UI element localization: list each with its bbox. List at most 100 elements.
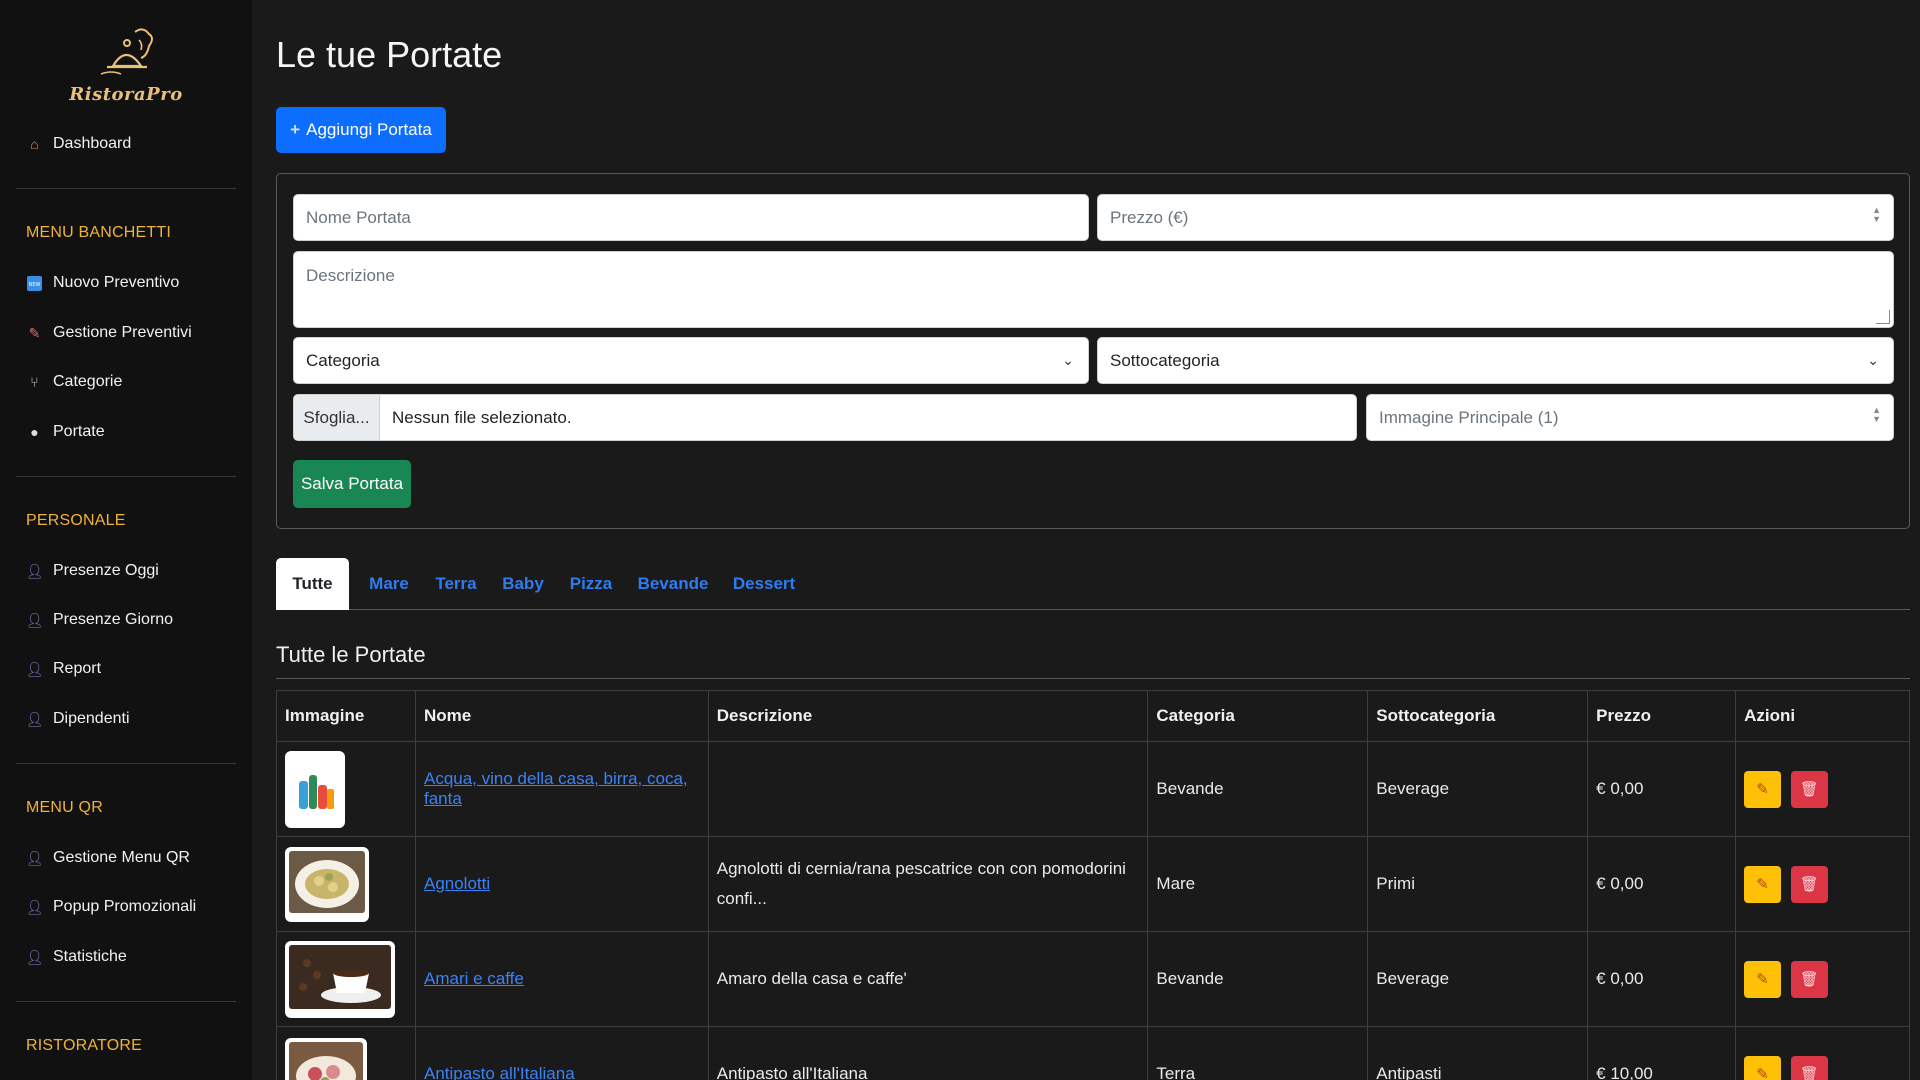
dish-price: € 10,00 (1587, 1026, 1737, 1080)
main-content: Le tue Portate + Aggiungi Portata Nome P… (276, 0, 1910, 1080)
sidebar-item-portate[interactable]: ● Portate (26, 417, 105, 447)
sidebar-item-presenze-oggi[interactable]: 👤︎ Presenze Oggi (26, 556, 159, 586)
chevron-down-icon: ⌄ (1062, 352, 1074, 368)
sidebar-item-popup-promozionali[interactable]: 👤︎ Popup Promozionali (26, 892, 197, 922)
plus-icon: + (290, 120, 301, 139)
stepper-icon[interactable]: ▲ ▼ (1872, 406, 1881, 424)
dish-subcategory: Antipasti (1367, 1026, 1589, 1080)
delete-button[interactable]: 🗑︎ (1790, 865, 1828, 903)
file-status: Nessun file selezionato. (392, 407, 572, 427)
sidebar-item-categorie[interactable]: ⑂ Categorie (26, 367, 122, 397)
dish-thumbnail (285, 1037, 367, 1080)
table-row: Acqua, vino della casa, birra, coca, fan… (276, 741, 1910, 837)
table-title: Tutte le Portate (276, 642, 426, 667)
sidebar-item-label: Nuovo Preventivo (53, 274, 180, 291)
pencil-icon: ✎ (1756, 876, 1769, 893)
tab-pizza[interactable]: Pizza (563, 558, 619, 610)
tab-mare[interactable]: Mare (359, 558, 419, 610)
pencil-icon: ✎ (28, 324, 41, 341)
browse-button[interactable]: Sfoglia... (294, 395, 380, 440)
file-input[interactable]: Sfoglia... Nessun file selezionato. (293, 394, 1357, 441)
dish-description: Agnolotti di cernia/rana pescatrice con … (707, 836, 1149, 932)
title-divider (276, 678, 1910, 679)
logo-text: RistoraPro (69, 84, 183, 105)
name-input[interactable]: Nome Portata (293, 194, 1089, 241)
chef-logo-icon (100, 28, 153, 75)
edit-button[interactable]: ✎ (1744, 960, 1782, 998)
new-badge-icon: NEW (26, 275, 43, 292)
agnolotti-image-icon (289, 850, 365, 913)
tab-tutte[interactable]: Tutte (276, 558, 349, 610)
header-categoria: Categoria (1147, 690, 1369, 742)
sidebar-item-gestione-menu-qr[interactable]: 👤︎ Gestione Menu QR (26, 843, 190, 873)
edit-button[interactable]: ✎ (1744, 1055, 1782, 1080)
category-select[interactable]: Categoria ⌄ (293, 337, 1089, 384)
coffee-image-icon (289, 944, 391, 1009)
dish-price: € 0,00 (1587, 931, 1737, 1027)
main-image-placeholder: Immagine Principale (1) (1379, 407, 1559, 427)
table-row: Amari e caffe Amaro della casa e caffe' … (276, 931, 1910, 1027)
sidebar-item-dipendenti[interactable]: 👤︎ Dipendenti (26, 704, 130, 734)
drinks-image-icon (289, 754, 341, 819)
tab-baby[interactable]: Baby (495, 558, 551, 610)
page-title: Le tue Portate (276, 34, 503, 75)
dish-subcategory: Beverage (1367, 931, 1589, 1027)
subcategory-select[interactable]: Sottocategoria ⌄ (1097, 337, 1894, 384)
description-textarea[interactable]: Descrizione (293, 251, 1894, 328)
sidebar-divider (16, 763, 236, 764)
delete-button[interactable]: 🗑︎ (1790, 770, 1828, 808)
dish-name-link[interactable]: Acqua, vino della casa, birra, coca, fan… (424, 769, 688, 808)
sidebar-item-label: Portate (53, 423, 105, 440)
sidebar-item-label: Gestione Preventivi (53, 324, 192, 341)
trash-icon: 🗑︎ (1799, 876, 1819, 893)
table-row: Antipasto all'Italiana Antipasto all'Ita… (276, 1026, 1910, 1080)
dish-category: Mare (1147, 836, 1369, 932)
sidebar-item-label: Report (53, 660, 102, 677)
description-placeholder: Descrizione (306, 266, 395, 285)
sidebar-divider (16, 188, 236, 189)
sidebar-item-nuovo-preventivo[interactable]: NEW Nuovo Preventivo (26, 268, 179, 298)
header-prezzo: Prezzo (1587, 690, 1737, 742)
dish-name-link[interactable]: Antipasto all'Italiana (424, 1064, 575, 1080)
sidebar-item-label: Gestione Menu QR (53, 849, 190, 866)
delete-button[interactable]: 🗑︎ (1790, 1055, 1828, 1080)
logo[interactable]: RistoraPro (0, 26, 252, 110)
sidebar-item-gestione-preventivi[interactable]: ✎ Gestione Preventivi (26, 318, 192, 348)
pencil-icon: ✎ (1756, 781, 1769, 798)
dish-name-link[interactable]: Amari e caffe (424, 969, 524, 988)
portata-form: Nome Portata Prezzo (€) ▲ ▼ Descrizione C… (276, 173, 1910, 529)
name-placeholder: Nome Portata (306, 207, 411, 227)
dish-subcategory: Beverage (1367, 741, 1589, 837)
subcategory-select-value: Sottocategoria (1110, 350, 1220, 370)
edit-button[interactable]: ✎ (1744, 865, 1782, 903)
stepper-icon[interactable]: ▲ ▼ (1872, 206, 1881, 224)
header-descrizione: Descrizione (707, 690, 1149, 742)
sidebar-item-label: Dipendenti (53, 710, 130, 727)
save-portata-button[interactable]: Salva Portata (293, 460, 411, 508)
tab-dessert[interactable]: Dessert (726, 558, 802, 610)
user-icon: 👤︎ (25, 849, 44, 866)
tab-bevande[interactable]: Bevande (630, 558, 716, 610)
user-icon: 👤︎ (25, 660, 44, 677)
antipasto-image-icon (289, 1041, 363, 1080)
dish-description: Amaro della casa e caffe' (707, 931, 1149, 1027)
tab-terra[interactable]: Terra (428, 558, 484, 610)
dish-category: Bevande (1147, 931, 1369, 1027)
user-icon: 👤︎ (25, 948, 44, 965)
dish-thumbnail (285, 750, 345, 828)
sidebar-item-statistiche[interactable]: 👤︎ Statistiche (26, 942, 127, 972)
resize-handle-icon[interactable] (1876, 310, 1890, 324)
sidebar-item-label: Dashboard (53, 135, 132, 152)
table-row: Agnolotti Agnolotti di cernia/rana pesca… (276, 836, 1910, 932)
dish-price: € 0,00 (1587, 836, 1737, 932)
sidebar-item-report[interactable]: 👤︎ Report (26, 654, 101, 684)
sidebar-item-label: Presenze Giorno (53, 611, 174, 628)
main-image-input[interactable]: Immagine Principale (1) ▲ ▼ (1366, 394, 1894, 441)
edit-button[interactable]: ✎ (1744, 770, 1782, 808)
price-input[interactable]: Prezzo (€) ▲ ▼ (1097, 194, 1894, 241)
dish-name-link[interactable]: Agnolotti (424, 874, 490, 893)
sidebar-item-dashboard[interactable]: ⌂ Dashboard (26, 129, 131, 159)
delete-button[interactable]: 🗑︎ (1790, 960, 1828, 998)
add-portata-button[interactable]: + Aggiungi Portata (276, 107, 446, 153)
sidebar-item-presenze-giorno[interactable]: 👤︎ Presenze Giorno (26, 605, 173, 635)
